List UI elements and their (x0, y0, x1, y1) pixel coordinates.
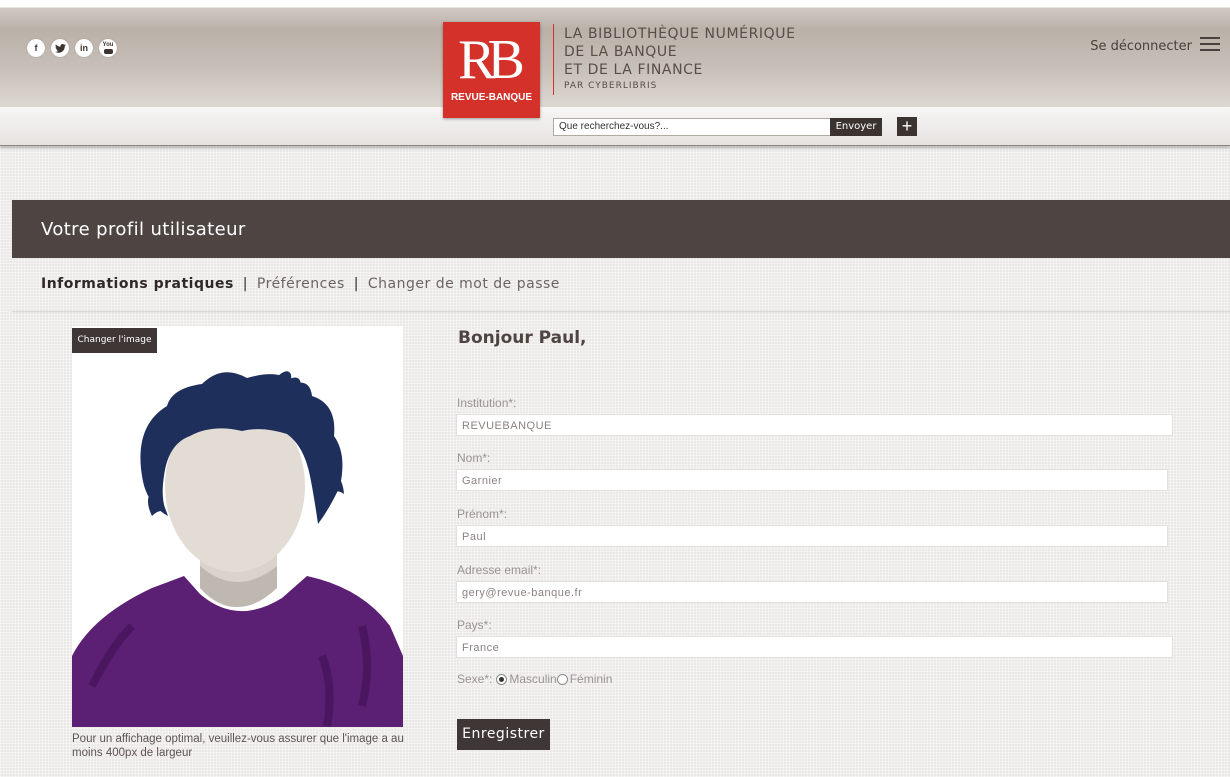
brand-line-2: DE LA BANQUE (564, 44, 678, 60)
tab-informations-pratiques[interactable]: Informations pratiques (41, 276, 234, 292)
social-links: f in You (27, 39, 117, 57)
institution-field[interactable]: REVUEBANQUE (456, 414, 1173, 436)
twitter-icon[interactable] (51, 39, 69, 57)
brand-byline: PAR CYBERLIBRIS (564, 81, 658, 91)
tab-changer-mot-de-passe[interactable]: Changer de mot de passe (368, 276, 560, 292)
save-button[interactable]: Enregistrer (457, 719, 550, 750)
avatar (72, 326, 403, 727)
sexe-group: Sexe*: Masculin Féminin (457, 672, 612, 686)
tab-preferences[interactable]: Préférences (257, 276, 345, 292)
page-title-bar: Votre profil utilisateur (12, 200, 1230, 258)
pays-label: Pays*: (457, 618, 492, 632)
menu-icon[interactable] (1200, 37, 1220, 51)
radio-masculin-label[interactable]: Masculin (509, 672, 556, 686)
sexe-label: Sexe*: (457, 672, 493, 686)
nom-label: Nom*: (457, 451, 491, 465)
logout-link[interactable]: Se déconnecter (1090, 39, 1192, 54)
brand-text: LA BIBLIOTHÈQUE NUMÉRIQUE DE LA BANQUE E… (564, 25, 796, 91)
institution-label: Institution*: (457, 396, 517, 410)
radio-masculin[interactable] (496, 673, 508, 685)
search-button[interactable]: Envoyer (830, 118, 882, 136)
prenom-field[interactable]: Paul (456, 525, 1168, 547)
youtube-tube (103, 49, 113, 54)
prenom-label: Prénom*: (457, 507, 508, 521)
email-field[interactable]: gery@revue-banque.fr (456, 581, 1168, 603)
brand-divider (553, 24, 554, 95)
radio-feminin-label[interactable]: Féminin (570, 672, 613, 686)
search-input[interactable]: Que recherchez-vous?... (553, 118, 833, 136)
change-image-button[interactable]: Changer l'image (72, 328, 157, 353)
avatar-size-note: Pour un affichage optimal, veuillez-vous… (72, 733, 404, 759)
nom-field[interactable]: Garnier (456, 469, 1168, 491)
advanced-search-plus-icon[interactable]: + (897, 117, 917, 136)
logo-letters: RB (458, 29, 525, 91)
logo-caption: REVUE-BANQUE (450, 92, 533, 103)
brand-line-3: ET DE LA FINANCE (564, 62, 703, 78)
page-title: Votre profil utilisateur (41, 219, 246, 240)
radio-feminin[interactable] (556, 673, 568, 685)
youtube-text: You (102, 42, 114, 48)
email-label: Adresse email*: (457, 563, 542, 577)
subnav-separator: | (353, 276, 359, 292)
profile-subnav: Informations pratiques | Préférences | C… (41, 276, 560, 292)
linkedin-icon[interactable]: in (75, 39, 93, 57)
facebook-icon[interactable]: f (27, 39, 45, 57)
subnav-separator: | (242, 276, 248, 292)
brand-line-1: LA BIBLIOTHÈQUE NUMÉRIQUE (564, 26, 796, 42)
revue-banque-logo[interactable]: RB REVUE-BANQUE (443, 22, 540, 118)
section-divider (12, 311, 1230, 312)
youtube-icon[interactable]: You (99, 39, 117, 57)
greeting: Bonjour Paul, (458, 328, 587, 348)
pays-field[interactable]: France (456, 636, 1173, 658)
